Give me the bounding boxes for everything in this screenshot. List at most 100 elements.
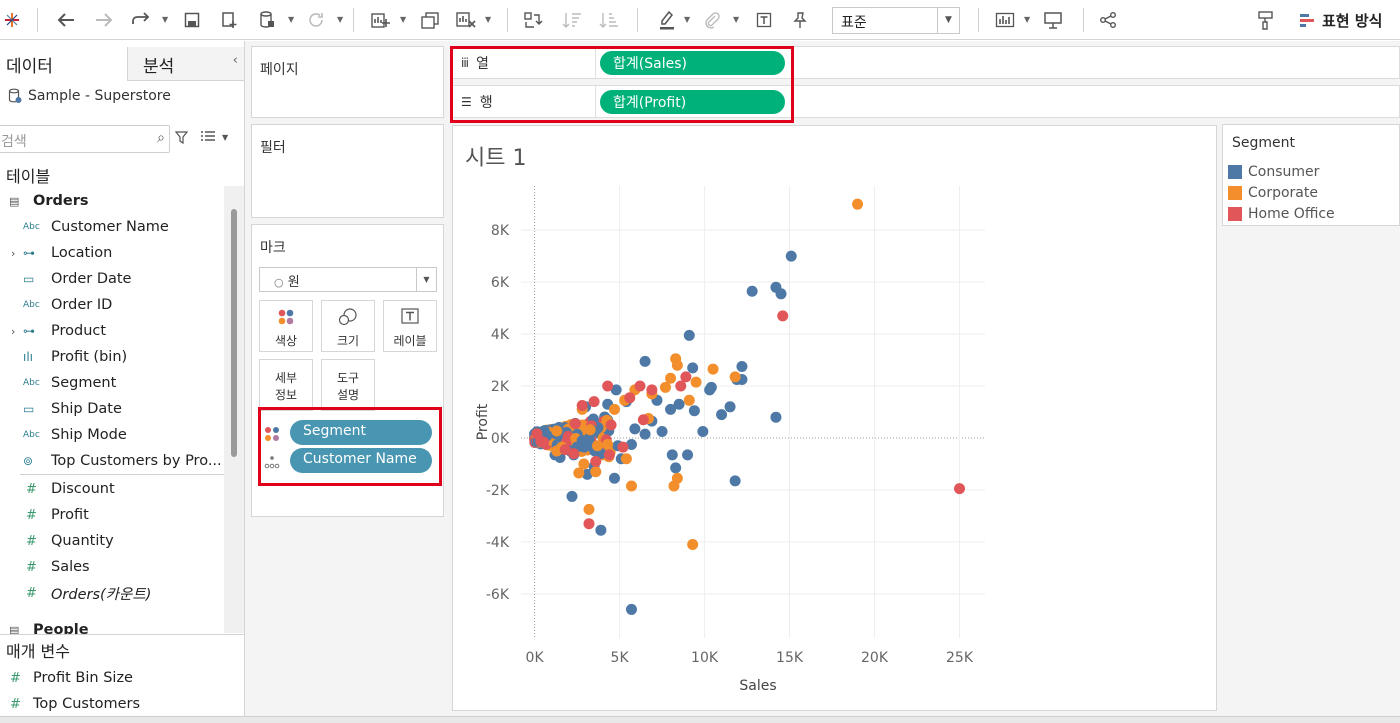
mark-type-select[interactable]: ○ 원 ▼ xyxy=(259,267,437,292)
measure-item[interactable]: # Orders(카운트) xyxy=(0,581,224,605)
data-pane-scrollbar-thumb[interactable] xyxy=(231,209,237,457)
field-name: Profit (bin) xyxy=(51,349,128,365)
view-list-icon[interactable] xyxy=(200,130,216,145)
data-point-corporate xyxy=(687,538,699,550)
show-me-button[interactable]: 표현 방식 xyxy=(1300,10,1382,31)
dimensions-measures-divider xyxy=(20,474,224,475)
datasource-icon[interactable] xyxy=(256,6,278,34)
x-tick-label: 5K xyxy=(611,650,630,666)
data-point-home-office xyxy=(583,518,595,530)
field-item[interactable]: › ⊶ Product xyxy=(0,319,224,343)
datasource-dropdown-caret-icon[interactable]: ▼ xyxy=(288,15,294,24)
detail-button-label: 세부 정보 xyxy=(260,370,312,404)
field-item[interactable]: ⊚ Top Customers by Pro... xyxy=(0,449,224,473)
table-icon: ▤ xyxy=(9,194,20,208)
data-point-home-office xyxy=(576,400,588,412)
back-arrow-icon[interactable] xyxy=(55,6,77,34)
show-me-label: 표현 방식 xyxy=(1322,12,1383,30)
sort-ascending-icon[interactable] xyxy=(560,6,584,34)
expand-chevron-icon[interactable]: › xyxy=(11,247,15,260)
sheet-tabs-strip[interactable] xyxy=(0,716,1400,723)
data-point-corporate xyxy=(852,198,864,210)
group-clip-icon[interactable] xyxy=(701,6,723,34)
datasource-name: Sample - Superstore xyxy=(28,88,171,104)
fit-select[interactable]: 표준 ▼ xyxy=(832,7,960,34)
mark-type-caret-icon[interactable]: ▼ xyxy=(416,268,436,291)
sort-descending-icon[interactable] xyxy=(597,6,621,34)
data-point xyxy=(535,435,547,447)
save-icon[interactable] xyxy=(181,6,203,34)
redo-icon[interactable] xyxy=(130,6,152,34)
show-labels-icon[interactable] xyxy=(753,6,775,34)
field-search-input[interactable]: 검색 ⌕ xyxy=(0,125,170,153)
detail-button[interactable]: 세부 정보 xyxy=(259,359,313,411)
data-point-corporate xyxy=(608,403,620,415)
new-datasource-icon[interactable] xyxy=(219,6,241,34)
pin-icon[interactable] xyxy=(789,6,811,34)
swap-rows-columns-icon[interactable] xyxy=(521,6,545,34)
legend-item-corporate[interactable]: Corporate xyxy=(1228,184,1318,202)
expand-chevron-icon[interactable]: › xyxy=(11,325,15,338)
measure-item[interactable]: # Quantity xyxy=(0,529,224,553)
presentation-mode-icon[interactable] xyxy=(1041,6,1065,34)
table-orders[interactable]: ▤ Orders xyxy=(0,189,224,213)
duplicate-icon[interactable] xyxy=(418,6,442,34)
tooltip-label-line1: 도구 xyxy=(336,371,360,385)
refresh-icon[interactable] xyxy=(305,6,327,34)
clear-sheet-caret-icon[interactable]: ▼ xyxy=(485,15,491,24)
search-icon: ⌕ xyxy=(157,130,165,146)
field-item[interactable]: › ⊶ Location xyxy=(0,241,224,265)
legend-item-home-office[interactable]: Home Office xyxy=(1228,205,1335,223)
field-item[interactable]: Abc Order ID xyxy=(0,293,224,317)
field-item[interactable]: Abc Customer Name xyxy=(0,215,224,239)
clear-sheet-icon[interactable] xyxy=(454,6,478,34)
pages-card[interactable]: 페이지 xyxy=(251,46,444,118)
measure-item[interactable]: # Sales xyxy=(0,555,224,579)
data-point-consumer xyxy=(785,250,797,262)
data-point-corporate xyxy=(671,472,683,484)
data-point-corporate xyxy=(729,371,741,383)
new-worksheet-icon[interactable] xyxy=(368,6,392,34)
measure-item[interactable]: # Discount xyxy=(0,477,224,501)
show-cards-caret-icon[interactable]: ▼ xyxy=(1024,15,1030,24)
data-point-home-office xyxy=(634,380,646,392)
field-item[interactable]: ılı Profit (bin) xyxy=(0,345,224,369)
measure-item[interactable]: # Profit xyxy=(0,503,224,527)
field-item[interactable]: ▭ Ship Date xyxy=(0,397,224,421)
label-button[interactable]: 레이블 xyxy=(383,300,437,352)
tab-analysis[interactable]: 분석 ‹ xyxy=(127,47,244,81)
worksheet-view[interactable]: 시트 1 8K 6K 4K 2K 0K -2K -4K -6K 0K 5K 10K 15K 20K 25K… xyxy=(452,125,1217,711)
y-tick-label: -6K xyxy=(486,587,510,603)
redo-dropdown-caret-icon[interactable]: ▼ xyxy=(162,15,168,24)
highlight-pen-icon[interactable] xyxy=(656,6,678,34)
show-cards-icon[interactable] xyxy=(993,6,1017,34)
tableau-logo-icon[interactable] xyxy=(2,6,22,34)
data-point-home-office xyxy=(603,449,615,461)
fit-select-caret-icon[interactable]: ▼ xyxy=(937,8,959,33)
filters-card[interactable]: 필터 xyxy=(251,124,444,218)
legend-item-consumer[interactable]: Consumer xyxy=(1228,163,1319,181)
field-item[interactable]: ▭ Order Date xyxy=(0,267,224,291)
group-caret-icon[interactable]: ▼ xyxy=(733,15,739,24)
tooltip-button[interactable]: 도구 설명 xyxy=(321,359,375,411)
hierarchy-icon: ⊶ xyxy=(23,324,35,338)
field-name: Order Date xyxy=(51,271,132,287)
scatter-plot[interactable]: 8K 6K 4K 2K 0K -2K -4K -6K 0K 5K 10K 15K 20K 25K Sales… xyxy=(453,126,1216,710)
segment-legend[interactable]: Segment Consumer Corporate Home Office xyxy=(1222,124,1400,226)
field-item[interactable]: Abc Ship Mode xyxy=(0,423,224,447)
color-button[interactable]: 색상 xyxy=(259,300,313,352)
share-icon[interactable] xyxy=(1097,6,1119,34)
view-list-caret-icon[interactable]: ▼ xyxy=(222,133,228,142)
size-button[interactable]: 크기 xyxy=(321,300,375,352)
forward-arrow-icon[interactable] xyxy=(93,6,115,34)
filter-funnel-icon[interactable] xyxy=(174,131,189,148)
refresh-dropdown-caret-icon[interactable]: ▼ xyxy=(337,15,343,24)
format-painter-icon[interactable] xyxy=(1255,6,1277,34)
new-worksheet-caret-icon[interactable]: ▼ xyxy=(400,15,406,24)
tab-data[interactable]: 데이터 xyxy=(0,47,127,81)
legend-item-label: Consumer xyxy=(1248,164,1320,180)
highlight-caret-icon[interactable]: ▼ xyxy=(684,15,690,24)
datasource-item[interactable]: Sample - Superstore xyxy=(8,88,171,104)
field-item[interactable]: Abc Segment xyxy=(0,371,224,395)
collapse-pane-icon[interactable]: ‹ xyxy=(233,53,238,68)
